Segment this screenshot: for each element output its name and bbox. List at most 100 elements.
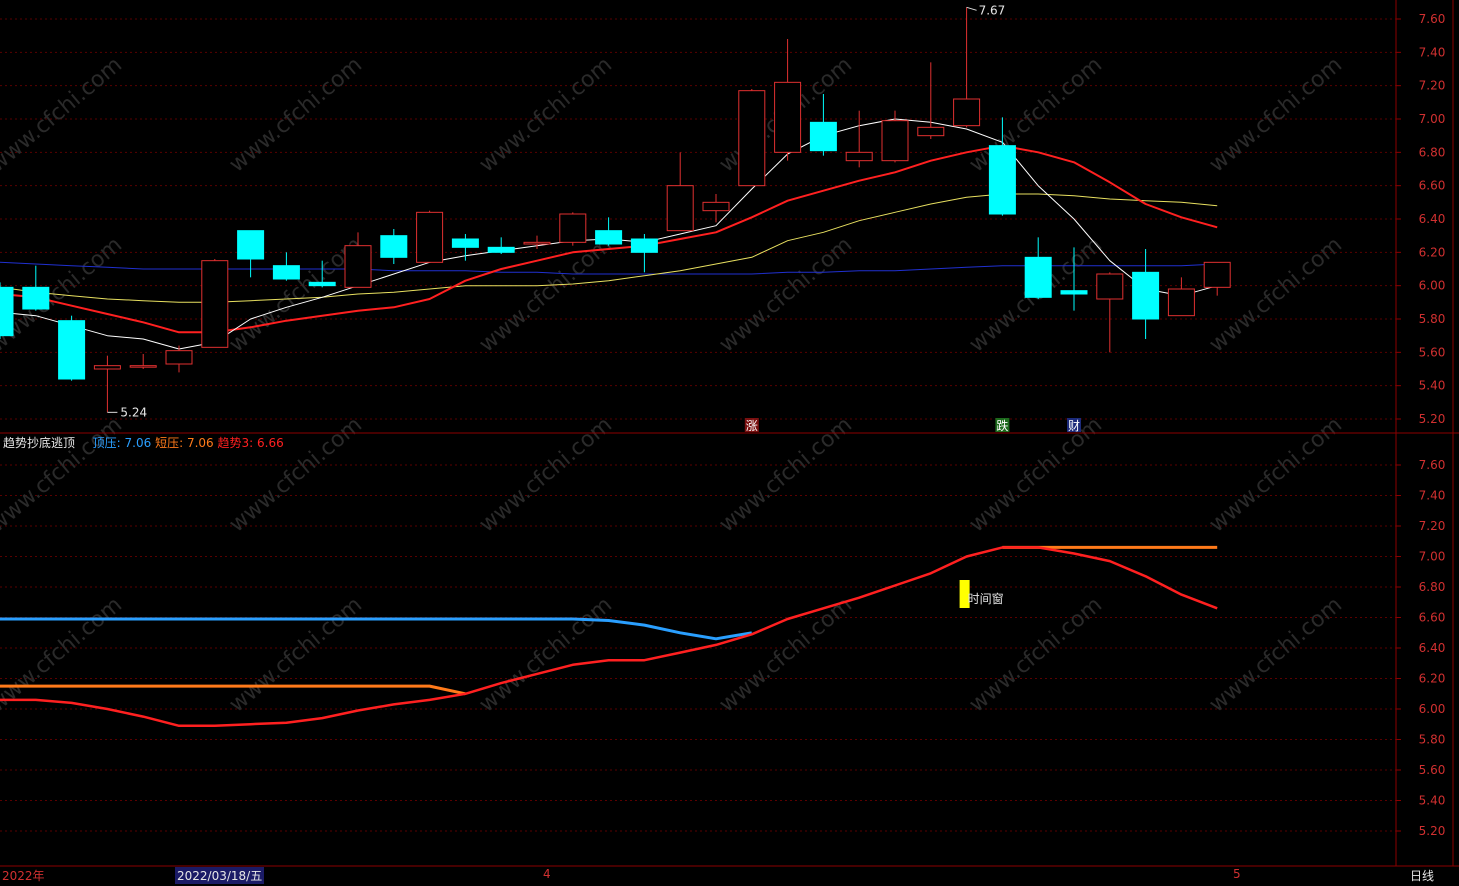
candle-body-up xyxy=(881,120,909,162)
y-tick-label: 6.00 xyxy=(1419,702,1446,716)
watermark-text: www.cfchi.com xyxy=(1205,592,1347,717)
candle-body-up xyxy=(523,241,551,245)
candle[interactable] xyxy=(881,110,909,163)
y-tick-label: 7.60 xyxy=(1419,12,1446,26)
candle-body-down xyxy=(308,281,336,287)
candle[interactable] xyxy=(129,354,157,369)
y-tick-label: 5.80 xyxy=(1419,733,1446,747)
candle[interactable] xyxy=(58,315,86,381)
period-daily-tab[interactable]: 日线 xyxy=(1410,867,1434,884)
candle[interactable] xyxy=(22,265,50,311)
event-up-badge[interactable]: 涨 xyxy=(744,418,759,433)
y-tick-label: 6.00 xyxy=(1419,279,1446,293)
candle[interactable] xyxy=(416,210,444,263)
candle-body-up xyxy=(1167,288,1195,317)
indicator-name: 趋势抄底逃顶 xyxy=(3,436,76,450)
candle[interactable] xyxy=(774,39,802,161)
y-tick-label: 5.60 xyxy=(1419,345,1446,359)
candle[interactable] xyxy=(1203,261,1231,296)
candle[interactable] xyxy=(917,62,945,139)
candle-body-up xyxy=(559,213,587,243)
candle[interactable] xyxy=(237,230,265,278)
event-finance-badge[interactable]: 财 xyxy=(1067,418,1081,433)
candle[interactable] xyxy=(451,234,479,261)
watermark-text: www.cfchi.com xyxy=(1205,412,1347,537)
candle-body-down xyxy=(630,238,658,253)
candle-body-up xyxy=(1203,261,1231,288)
watermark-text: www.cfchi.com xyxy=(475,52,617,177)
candle-body-up xyxy=(738,90,766,187)
candle-body-down xyxy=(1060,290,1088,295)
y-tick-label: 7.20 xyxy=(1419,79,1446,93)
watermark-text: www.cfchi.com xyxy=(715,412,857,537)
candle[interactable] xyxy=(1024,237,1052,299)
candle[interactable] xyxy=(0,282,14,339)
y-tick-label: 6.20 xyxy=(1419,245,1446,259)
y-tick-label: 6.40 xyxy=(1419,641,1446,655)
candle[interactable] xyxy=(702,194,730,223)
trend-label: 趋势3: xyxy=(217,436,254,450)
short-pressure-label: 短压: xyxy=(155,436,184,450)
candle[interactable] xyxy=(559,212,587,246)
candle-body-up xyxy=(845,151,873,162)
top-pressure-value: 7.06 xyxy=(124,436,152,450)
y-tick-label: 7.20 xyxy=(1419,519,1446,533)
watermark-text: www.cfchi.com xyxy=(1205,52,1347,177)
candle-body-up xyxy=(702,201,730,212)
candle-body-down xyxy=(595,230,623,245)
y-tick-label: 5.20 xyxy=(1419,824,1446,838)
candle-body-down xyxy=(1132,271,1160,320)
watermark-text: www.cfchi.com xyxy=(225,52,367,177)
trend-value: 6.66 xyxy=(257,436,284,450)
candle[interactable] xyxy=(201,259,229,348)
candle[interactable] xyxy=(630,234,658,273)
candle[interactable] xyxy=(953,7,981,128)
candle-body-up xyxy=(1096,273,1124,300)
candle-body-down xyxy=(272,265,300,280)
candle-body-up xyxy=(201,260,229,348)
candle-body-down xyxy=(22,286,50,310)
candle[interactable] xyxy=(380,229,408,264)
candle[interactable] xyxy=(1096,272,1124,353)
month-may-label: 5 xyxy=(1233,867,1241,881)
watermark-text: www.cfchi.com xyxy=(225,412,367,537)
candle-body-up xyxy=(129,365,157,368)
candle-body-down xyxy=(487,246,515,253)
watermark-text: www.cfchi.com xyxy=(475,592,617,717)
candle-body-down xyxy=(237,230,265,260)
candle[interactable] xyxy=(1132,249,1160,339)
y-tick-label: 7.00 xyxy=(1419,112,1446,126)
high-price-label: 7.67 xyxy=(979,3,1006,17)
event-down-badge[interactable]: 跌 xyxy=(995,418,1010,433)
candle[interactable] xyxy=(272,252,300,281)
watermark-text: www.cfchi.com xyxy=(965,592,1107,717)
y-tick-label: 6.80 xyxy=(1419,145,1446,159)
indicator-legend: 趋势抄底逃顶 顶压: 7.06 短压: 7.06 趋势3: 6.66 xyxy=(3,434,284,451)
y-tick-label: 5.60 xyxy=(1419,763,1446,777)
month-april-label: 4 xyxy=(543,867,551,881)
event-finance-badge-text: 财 xyxy=(1068,419,1080,433)
candle[interactable] xyxy=(487,237,515,254)
high-pointer xyxy=(966,6,977,11)
candle-body-down xyxy=(988,145,1016,215)
y-tick-label: 7.60 xyxy=(1419,458,1446,472)
candle-body-down xyxy=(380,235,408,258)
candle-body-up xyxy=(344,245,372,288)
candle-body-down xyxy=(0,286,14,337)
candle[interactable] xyxy=(1167,277,1195,317)
top-pressure-label: 顶压: xyxy=(92,436,121,450)
candle[interactable] xyxy=(93,355,121,413)
candle[interactable] xyxy=(738,89,766,187)
watermark-text: www.cfchi.com xyxy=(965,412,1107,537)
candle-body-down xyxy=(1024,256,1052,298)
y-tick-label: 6.80 xyxy=(1419,580,1446,594)
candle[interactable] xyxy=(595,217,623,246)
watermark-text: www.cfchi.com xyxy=(0,412,127,537)
y-tick-label: 7.40 xyxy=(1419,45,1446,59)
candle[interactable] xyxy=(165,345,193,373)
candle[interactable] xyxy=(666,152,694,232)
candlestick-series[interactable] xyxy=(0,7,1231,413)
candle-body-up xyxy=(774,81,802,153)
y-tick-label: 7.00 xyxy=(1419,550,1446,564)
candle-body-up xyxy=(165,350,193,365)
